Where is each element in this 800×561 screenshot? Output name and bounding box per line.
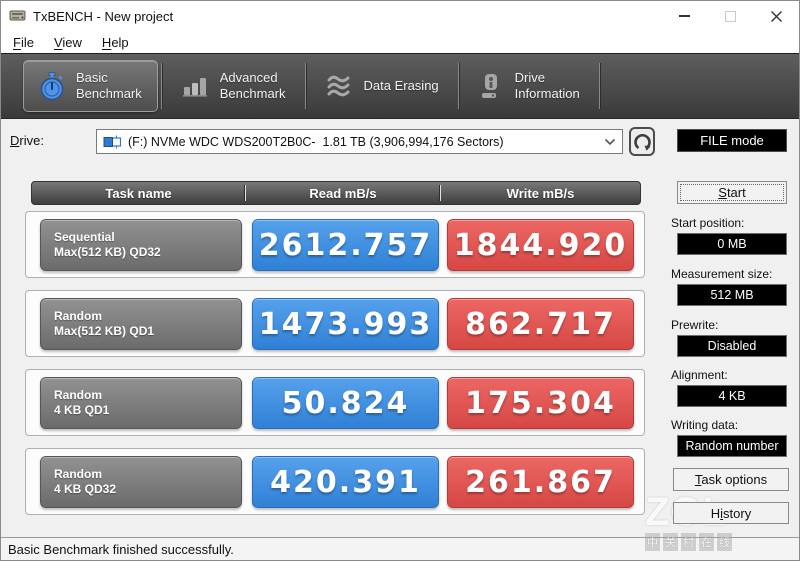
minimize-button[interactable] — [661, 1, 707, 31]
task-button-random-qd1[interactable]: Random Max(512 KB) QD1 — [40, 298, 242, 350]
tab-separator — [160, 63, 162, 109]
task-options-button[interactable]: Task options — [673, 468, 789, 491]
writing-data-field[interactable]: Random number — [677, 435, 787, 457]
menu-help[interactable]: Help — [92, 33, 139, 52]
alignment-field[interactable]: 4 KB — [677, 385, 787, 407]
tab-advanced-benchmark-label: Advanced Benchmark — [219, 70, 286, 101]
measurement-size-label: Measurement size: — [671, 267, 773, 281]
table-row: Random Max(512 KB) QD1 1473.993 862.717 — [25, 290, 645, 357]
tab-separator — [304, 63, 306, 109]
read-value: 2612.757 — [252, 219, 439, 271]
tab-data-erasing[interactable]: Data Erasing — [309, 60, 455, 112]
drive-label: Drive: — [10, 133, 44, 148]
refresh-icon — [633, 133, 651, 151]
task-name-line2: 4 KB QD32 — [54, 482, 117, 496]
menu-file[interactable]: File — [3, 33, 44, 52]
chevron-down-icon — [604, 138, 616, 145]
tab-basic-benchmark-label: Basic Benchmark — [76, 70, 142, 101]
start-position-field[interactable]: 0 MB — [677, 233, 787, 255]
task-button-random-4kb-qd1[interactable]: Random 4 KB QD1 — [40, 377, 242, 429]
close-icon — [770, 10, 782, 22]
write-value: 261.867 — [447, 456, 634, 508]
drive-info-icon — [481, 73, 497, 98]
prewrite-label: Prewrite: — [671, 318, 719, 332]
start-position-label: Start position: — [671, 216, 745, 230]
window-title: TxBENCH - New project — [33, 8, 174, 24]
file-mode-button[interactable]: FILE mode — [677, 129, 787, 152]
task-name-line1: Random — [54, 467, 102, 481]
task-options-label: Task options — [694, 472, 768, 487]
tab-bar: Basic Benchmark Advanced Benchmark Data … — [1, 53, 799, 119]
prewrite-field[interactable]: Disabled — [677, 335, 787, 357]
tab-separator — [457, 63, 459, 109]
app-icon — [9, 10, 26, 21]
close-button[interactable] — [753, 1, 799, 31]
tab-drive-information[interactable]: Drive Information — [462, 60, 596, 112]
results-header: Task name Read mB/s Write mB/s — [31, 181, 641, 205]
history-button[interactable]: History — [673, 502, 789, 524]
start-button[interactable]: Start — [677, 181, 787, 204]
measurement-size-field[interactable]: 512 MB — [677, 284, 787, 306]
title-bar: TxBENCH - New project — [1, 1, 799, 31]
header-task-name: Task name — [105, 185, 172, 201]
minimize-icon — [678, 15, 690, 17]
erase-waves-icon — [327, 75, 349, 97]
writing-data-label: Writing data: — [671, 418, 739, 432]
status-bar: Basic Benchmark finished successfully. — [1, 537, 799, 560]
stopwatch-icon — [40, 71, 64, 100]
read-value: 1473.993 — [252, 298, 439, 350]
read-value: 420.391 — [252, 456, 439, 508]
header-write-mbs: Write mB/s — [506, 185, 575, 201]
start-button-label: Start — [718, 185, 746, 200]
tab-data-erasing-label: Data Erasing — [363, 78, 439, 93]
task-name-line2: Max(512 KB) QD1 — [54, 324, 155, 338]
task-name-line1: Random — [54, 309, 102, 323]
task-button-sequential-qd32[interactable]: Sequential Max(512 KB) QD32 — [40, 219, 242, 271]
file-mode-label: FILE mode — [700, 133, 764, 148]
read-value: 50.824 — [252, 377, 439, 429]
tab-drive-information-label: Drive Information — [514, 70, 580, 101]
write-value: 175.304 — [447, 377, 634, 429]
maximize-button[interactable] — [707, 1, 753, 31]
tab-advanced-benchmark[interactable]: Advanced Benchmark — [165, 60, 302, 112]
table-row: Random 4 KB QD32 420.391 261.867 — [25, 448, 645, 515]
bar-chart-icon — [182, 78, 207, 97]
write-value: 1844.920 — [447, 219, 634, 271]
drive-select[interactable]: (F:) NVMe WDC WDS200T2B0C- 1.81 TB (3,90… — [96, 129, 623, 154]
menu-bar: File View Help — [1, 31, 799, 53]
task-name-line1: Sequential — [54, 230, 115, 244]
status-message: Basic Benchmark finished successfully. — [8, 541, 234, 557]
tab-separator — [598, 63, 600, 109]
maximize-icon — [724, 10, 736, 22]
write-value: 862.717 — [447, 298, 634, 350]
window-controls — [661, 1, 799, 31]
drive-selected-value: (F:) NVMe WDC WDS200T2B0C- 1.81 TB (3,90… — [128, 134, 504, 149]
drive-partition-icon — [103, 135, 122, 148]
task-name-line2: 4 KB QD1 — [54, 403, 110, 417]
menu-view[interactable]: View — [44, 33, 92, 52]
task-name-line1: Random — [54, 388, 102, 402]
task-button-random-4kb-qd32[interactable]: Random 4 KB QD32 — [40, 456, 242, 508]
table-row: Random 4 KB QD1 50.824 175.304 — [25, 369, 645, 436]
header-read-mbs: Read mB/s — [309, 185, 377, 201]
alignment-label: Alignment: — [671, 368, 728, 382]
task-name-line2: Max(512 KB) QD32 — [54, 245, 161, 259]
tab-basic-benchmark[interactable]: Basic Benchmark — [23, 60, 158, 112]
table-row: Sequential Max(512 KB) QD32 2612.757 184… — [25, 211, 645, 278]
history-label: History — [710, 505, 752, 521]
refresh-drives-button[interactable] — [629, 127, 655, 156]
txbench-window: TxBENCH - New project File View Help Bas… — [0, 0, 800, 561]
